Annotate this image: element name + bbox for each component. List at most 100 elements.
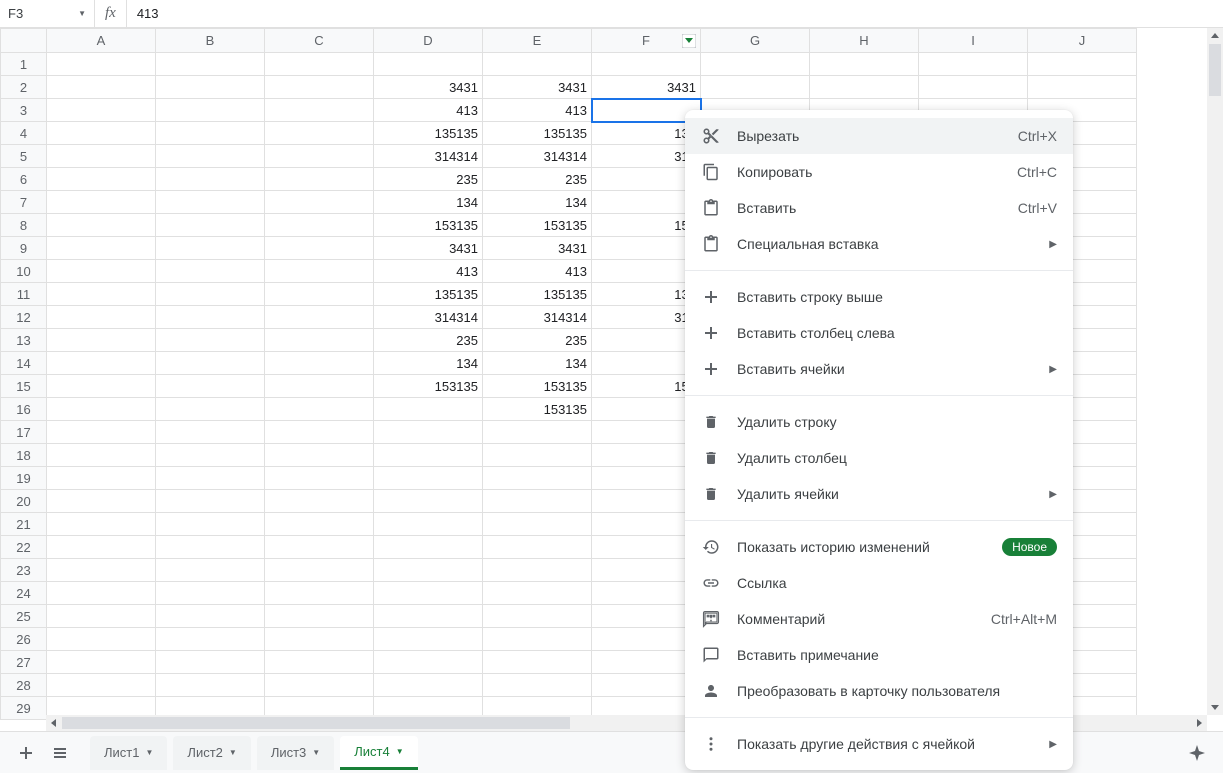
cell-reference-box[interactable]: F3 ▼	[0, 0, 95, 27]
column-header-D[interactable]: D	[374, 29, 483, 53]
cell-B1[interactable]	[156, 53, 265, 76]
menu-insert-note[interactable]: Вставить примечание	[685, 637, 1073, 673]
scroll-up-icon[interactable]	[1207, 28, 1223, 44]
explore-button[interactable]	[1183, 739, 1211, 767]
cell-C16[interactable]	[265, 398, 374, 421]
cell-A15[interactable]	[47, 375, 156, 398]
cell-D10[interactable]: 413	[374, 260, 483, 283]
column-header-A[interactable]: A	[47, 29, 156, 53]
cell-D15[interactable]: 153135	[374, 375, 483, 398]
column-header-J[interactable]: J	[1028, 29, 1137, 53]
cell-G1[interactable]	[701, 53, 810, 76]
cell-B26[interactable]	[156, 628, 265, 651]
cell-E10[interactable]: 413	[483, 260, 592, 283]
cell-A2[interactable]	[47, 76, 156, 99]
menu-insert-col-left[interactable]: Вставить столбец слева	[685, 315, 1073, 351]
cell-B12[interactable]	[156, 306, 265, 329]
row-header-5[interactable]: 5	[1, 145, 47, 168]
cell-C2[interactable]	[265, 76, 374, 99]
cell-A26[interactable]	[47, 628, 156, 651]
cell-E28[interactable]	[483, 674, 592, 697]
add-sheet-button[interactable]	[12, 739, 40, 767]
cell-A25[interactable]	[47, 605, 156, 628]
cell-E11[interactable]: 135135	[483, 283, 592, 306]
row-header-13[interactable]: 13	[1, 329, 47, 352]
menu-cut[interactable]: Вырезать Ctrl+X	[685, 118, 1073, 154]
cell-C13[interactable]	[265, 329, 374, 352]
column-header-C[interactable]: C	[265, 29, 374, 53]
cell-C3[interactable]	[265, 99, 374, 122]
cell-C20[interactable]	[265, 490, 374, 513]
cell-C17[interactable]	[265, 421, 374, 444]
cell-D2[interactable]: 3431	[374, 76, 483, 99]
cell-E4[interactable]: 135135	[483, 122, 592, 145]
cell-E18[interactable]	[483, 444, 592, 467]
cell-C9[interactable]	[265, 237, 374, 260]
cell-E6[interactable]: 235	[483, 168, 592, 191]
menu-copy[interactable]: Копировать Ctrl+C	[685, 154, 1073, 190]
row-header-7[interactable]: 7	[1, 191, 47, 214]
cell-C23[interactable]	[265, 559, 374, 582]
cell-C21[interactable]	[265, 513, 374, 536]
cell-E23[interactable]	[483, 559, 592, 582]
cell-G2[interactable]	[701, 76, 810, 99]
chevron-down-icon[interactable]: ▼	[229, 748, 237, 757]
cell-B6[interactable]	[156, 168, 265, 191]
column-header-B[interactable]: B	[156, 29, 265, 53]
cell-B15[interactable]	[156, 375, 265, 398]
row-header-25[interactable]: 25	[1, 605, 47, 628]
cell-B22[interactable]	[156, 536, 265, 559]
cell-I2[interactable]	[919, 76, 1028, 99]
cell-B16[interactable]	[156, 398, 265, 421]
cell-B8[interactable]	[156, 214, 265, 237]
cell-C6[interactable]	[265, 168, 374, 191]
cell-A22[interactable]	[47, 536, 156, 559]
cell-A18[interactable]	[47, 444, 156, 467]
row-header-17[interactable]: 17	[1, 421, 47, 444]
cell-E1[interactable]	[483, 53, 592, 76]
cell-C12[interactable]	[265, 306, 374, 329]
cell-E5[interactable]: 314314	[483, 145, 592, 168]
cell-I1[interactable]	[919, 53, 1028, 76]
cell-D1[interactable]	[374, 53, 483, 76]
cell-C28[interactable]	[265, 674, 374, 697]
row-header-12[interactable]: 12	[1, 306, 47, 329]
cell-D22[interactable]	[374, 536, 483, 559]
cell-B13[interactable]	[156, 329, 265, 352]
cell-A19[interactable]	[47, 467, 156, 490]
cell-B18[interactable]	[156, 444, 265, 467]
vertical-scrollbar[interactable]	[1207, 28, 1223, 715]
menu-paste-special[interactable]: Специальная вставка ▶	[685, 226, 1073, 262]
cell-C15[interactable]	[265, 375, 374, 398]
cell-C5[interactable]	[265, 145, 374, 168]
cell-E20[interactable]	[483, 490, 592, 513]
cell-E16[interactable]: 153135	[483, 398, 592, 421]
cell-E3[interactable]: 413	[483, 99, 592, 122]
chevron-down-icon[interactable]: ▼	[396, 747, 404, 756]
row-header-29[interactable]: 29	[1, 697, 47, 720]
cell-E15[interactable]: 153135	[483, 375, 592, 398]
v-scroll-thumb[interactable]	[1209, 44, 1221, 96]
cell-C19[interactable]	[265, 467, 374, 490]
cell-H2[interactable]	[810, 76, 919, 99]
cell-B25[interactable]	[156, 605, 265, 628]
row-header-6[interactable]: 6	[1, 168, 47, 191]
cell-D16[interactable]	[374, 398, 483, 421]
cell-D6[interactable]: 235	[374, 168, 483, 191]
cell-D28[interactable]	[374, 674, 483, 697]
cell-D8[interactable]: 153135	[374, 214, 483, 237]
h-scroll-thumb[interactable]	[62, 717, 570, 729]
cell-A7[interactable]	[47, 191, 156, 214]
sheet-tab-2[interactable]: Лист2▼	[173, 736, 250, 770]
row-header-27[interactable]: 27	[1, 651, 47, 674]
cell-C27[interactable]	[265, 651, 374, 674]
row-header-26[interactable]: 26	[1, 628, 47, 651]
row-header-14[interactable]: 14	[1, 352, 47, 375]
row-header-24[interactable]: 24	[1, 582, 47, 605]
menu-insert-row-above[interactable]: Вставить строку выше	[685, 279, 1073, 315]
row-header-23[interactable]: 23	[1, 559, 47, 582]
chevron-down-icon[interactable]: ▼	[145, 748, 153, 757]
chevron-down-icon[interactable]: ▼	[78, 9, 86, 18]
row-header-8[interactable]: 8	[1, 214, 47, 237]
cell-C25[interactable]	[265, 605, 374, 628]
